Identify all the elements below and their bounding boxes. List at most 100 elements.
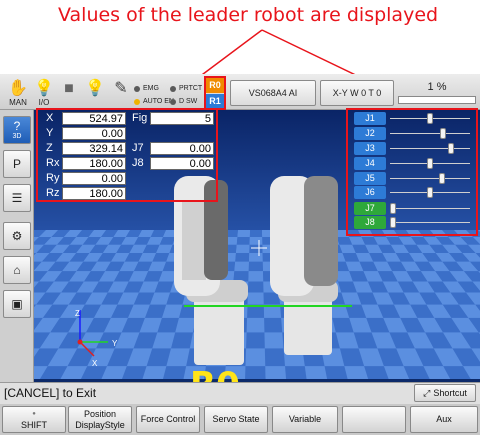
joint-button-j5[interactable]: J5 xyxy=(354,172,386,185)
message-bar: [CANCEL] to Exit xyxy=(0,382,480,404)
joint-button-j7[interactable]: J7 xyxy=(354,202,386,215)
lightbulb-io-icon: 💡 xyxy=(34,80,54,97)
emg-indicator-icon xyxy=(134,85,140,92)
joint-button-j6[interactable]: J6 xyxy=(354,186,386,199)
joint-button-j8[interactable]: J8 xyxy=(354,216,386,229)
tool-icon: ⚙ xyxy=(11,228,23,243)
list-icon: ☰ xyxy=(11,190,23,205)
screen: Values of the leader robot are displayed… xyxy=(0,0,480,435)
speed-value: 1 % xyxy=(427,81,447,93)
auto-en-status: AUTO EN xyxy=(134,98,174,105)
manual-mode-label: MAN xyxy=(9,98,27,107)
message-text: [CANCEL] to Exit xyxy=(4,386,97,400)
dsw-label: D SW xyxy=(179,98,198,105)
joint-row-j2: J2 xyxy=(354,127,472,140)
axis-y-label: Y xyxy=(112,339,118,348)
fn-key-position-display[interactable]: Position DisplayStyle xyxy=(68,406,132,433)
fn-key-position-line2: DisplayStyle xyxy=(75,419,125,430)
sidebar-item-3d[interactable]: ? 3D xyxy=(3,116,31,144)
joint-slider-thumb-j7[interactable] xyxy=(390,203,396,214)
pos-y-value: 0.00 xyxy=(62,127,126,140)
joint-row-j7: J7 xyxy=(354,202,472,215)
square-icon: ■ xyxy=(64,80,74,97)
fn-key-shift-label: SHIFT xyxy=(21,419,47,430)
sidebar-item-list[interactable]: ☰ xyxy=(3,184,31,212)
help-3d-icon: ? xyxy=(13,119,21,133)
hand-icon: ✋ xyxy=(8,80,28,97)
axis-x xyxy=(79,341,95,357)
coordinate-system-button[interactable]: X-Y W 0 T 0 xyxy=(320,80,394,106)
shortcut-label: Shortcut xyxy=(433,388,467,398)
home-icon: ⌂ xyxy=(13,262,21,277)
joint-button-j1[interactable]: J1 xyxy=(354,112,386,125)
joint-button-j3[interactable]: J3 xyxy=(354,142,386,155)
fn-key-shift[interactable]: ● SHIFT xyxy=(2,406,66,433)
auto-en-indicator-icon xyxy=(134,98,140,105)
emg-label: EMG xyxy=(143,85,159,92)
dsw-status: D SW xyxy=(170,98,197,105)
joint-row-j1: J1 xyxy=(354,112,472,125)
fn-key-force-control[interactable]: Force Control xyxy=(136,406,200,433)
box-icon: ▣ xyxy=(11,296,23,311)
speed-bar xyxy=(398,96,476,104)
joint-row-j6: J6 xyxy=(354,186,472,199)
axis-z-label: Z xyxy=(75,309,80,318)
joint-row-j8: J8 xyxy=(354,216,472,229)
robot-tag-r0[interactable]: R0 xyxy=(206,78,224,93)
robot-model-button[interactable]: VS068A4 AI xyxy=(230,80,316,106)
joint-slider-thumb-j1[interactable] xyxy=(427,113,433,124)
axis-x-label: X xyxy=(92,359,98,368)
dsw-indicator-icon xyxy=(170,98,176,105)
joint-slider-thumb-j4[interactable] xyxy=(427,158,433,169)
prtct-label: PRTCT xyxy=(179,85,203,92)
fn-key-position-line1: Position xyxy=(83,408,117,419)
pen-icon: ✎ xyxy=(114,80,128,97)
joint-slider-thumb-j3[interactable] xyxy=(447,143,454,154)
emg-status: EMG xyxy=(134,85,159,92)
joint-slider-track-j3[interactable] xyxy=(390,148,470,149)
joint-slider-track-j2[interactable] xyxy=(390,133,470,134)
fn-key-empty-1[interactable] xyxy=(342,406,406,433)
io-label: I/O xyxy=(38,98,50,107)
joint-slider-thumb-j6[interactable] xyxy=(427,187,433,198)
fn-key-servo-state[interactable]: Servo State xyxy=(204,406,268,433)
fn-key-variable[interactable]: Variable xyxy=(272,406,338,433)
shortcut-button[interactable]: ⤢ Shortcut xyxy=(414,384,476,402)
robot-r1-model xyxy=(270,176,338,355)
pen-button[interactable]: ✎ xyxy=(106,80,136,110)
pos-j7-value: 0.00 xyxy=(150,142,214,155)
sidebar-item-box[interactable]: ▣ xyxy=(3,290,31,318)
pos-rz-value: 180.00 xyxy=(62,187,126,200)
joint-row-j4: J4 xyxy=(354,157,472,170)
joint-slider-thumb-j8[interactable] xyxy=(390,217,396,228)
joint-slider-thumb-j5[interactable] xyxy=(438,173,445,184)
shift-indicator-icon: ● xyxy=(32,410,36,417)
sidebar-item-home[interactable]: ⌂ xyxy=(3,256,31,284)
sidebar-item-program[interactable]: P xyxy=(3,150,31,178)
sidebar-item-3d-label: 3D xyxy=(12,133,22,140)
sidebar-item-tool[interactable]: ⚙ xyxy=(3,222,31,250)
prtct-indicator-icon xyxy=(170,85,176,92)
joint-slider-track-j5[interactable] xyxy=(390,178,470,179)
joint-slider-track-j7[interactable] xyxy=(390,208,470,209)
pos-rx-value: 180.00 xyxy=(62,157,126,170)
joint-slider-thumb-j2[interactable] xyxy=(440,128,447,139)
pos-fig-value: 5 xyxy=(150,112,214,125)
prtct-status: PRTCT xyxy=(170,85,202,92)
shortcut-icon: ⤢ xyxy=(423,387,431,398)
joint-row-j5: J5 xyxy=(354,172,472,185)
program-icon: P xyxy=(12,156,21,171)
pos-x-value: 524.97 xyxy=(62,112,126,125)
pos-j8-value: 0.00 xyxy=(150,157,214,170)
fn-key-aux[interactable]: Aux xyxy=(410,406,478,433)
annotation-text: Values of the leader robot are displayed xyxy=(58,4,439,26)
joint-button-j2[interactable]: J2 xyxy=(354,127,386,140)
robot-tag-r1[interactable]: R1 xyxy=(206,94,224,109)
joint-button-j4[interactable]: J4 xyxy=(354,157,386,170)
lamp-icon: 💡 xyxy=(85,80,105,97)
joint-slider-track-j8[interactable] xyxy=(390,222,470,223)
speed-indicator[interactable]: 1 % xyxy=(396,80,478,106)
pos-ry-value: 0.00 xyxy=(62,172,126,185)
joint-row-j3: J3 xyxy=(354,142,472,155)
robot-r0-model xyxy=(174,176,248,365)
